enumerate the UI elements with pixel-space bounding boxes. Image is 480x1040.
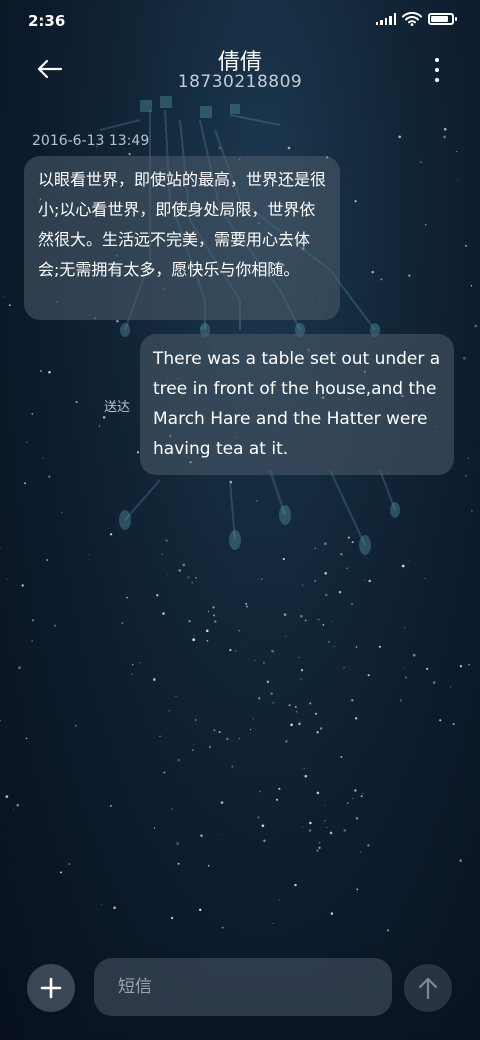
battery-level-fill	[431, 16, 448, 22]
message-timestamp: 2016-6-13 13:49	[32, 133, 150, 149]
incoming-message-bubble[interactable]: 以眼看世界，即使站的最高，世界还是很小;以心看世界，即使身处局限，世界依然很大。…	[24, 156, 340, 320]
send-button[interactable]	[404, 964, 452, 1012]
contact-phone-number: 18730218809	[177, 72, 303, 92]
add-attachment-button[interactable]	[27, 964, 75, 1012]
signal-icon	[375, 13, 396, 25]
status-icons	[375, 12, 457, 26]
wifi-icon	[402, 12, 422, 26]
plus-icon	[40, 977, 62, 999]
more-options-button[interactable]	[432, 58, 442, 82]
message-input[interactable]	[94, 958, 392, 1016]
arrow-up-icon	[418, 977, 438, 1000]
battery-icon	[428, 13, 457, 25]
conversation-header: 倩倩 18730218809	[0, 40, 480, 110]
more-vertical-icon	[435, 58, 439, 62]
status-time: 2:36	[28, 12, 66, 30]
outgoing-message-bubble[interactable]: There was a table set out under a tree i…	[140, 334, 454, 475]
delivery-status: 送达	[104, 400, 131, 415]
status-bar: 2:36	[0, 0, 480, 40]
